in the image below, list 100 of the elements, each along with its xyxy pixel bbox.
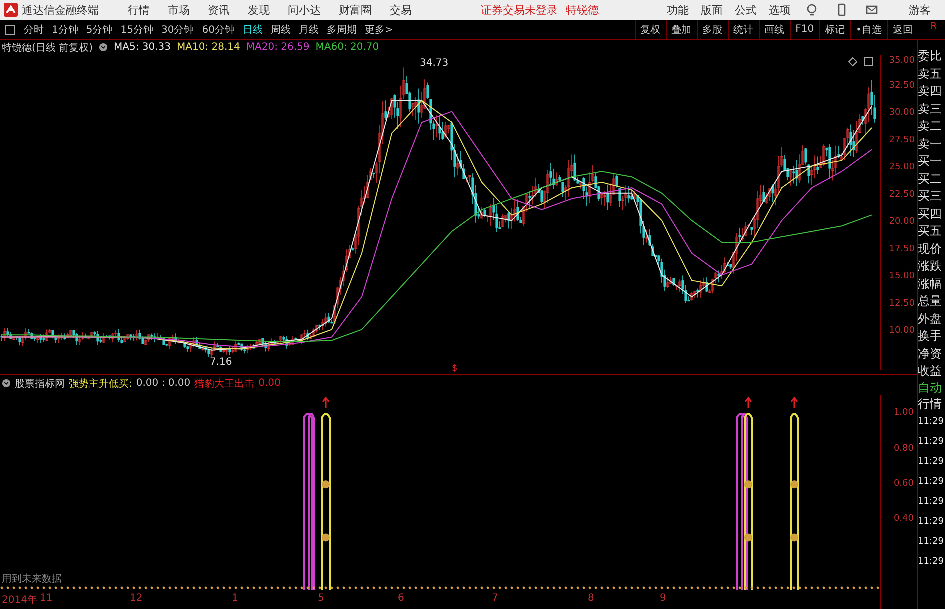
app-logo-icon	[4, 3, 18, 17]
trade-time: 11:29	[918, 496, 945, 509]
indicator-axis-label: 0.80	[894, 444, 914, 454]
menu-item[interactable]: 发现	[248, 2, 270, 18]
price-axis-label: 35.00	[889, 56, 915, 66]
chart-title: 特锐德(日线 前复权)	[2, 42, 93, 54]
quote-label: 卖五	[918, 66, 943, 82]
toolbar-button[interactable]: 叠加	[666, 20, 697, 39]
quote-label: 买五	[918, 223, 943, 240]
period-tab[interactable]: 月线	[294, 22, 323, 36]
trade-time: 11:29	[918, 476, 945, 489]
indicator-value: 0.00 : 0.00	[136, 378, 191, 389]
indicator-axis-label: 0.40	[894, 514, 914, 524]
quote-label: 现价	[918, 240, 943, 258]
toolbar-button[interactable]: •自选	[850, 20, 887, 39]
time-axis-label: 8	[588, 593, 594, 604]
moving-average-label: MA5: 30.33	[114, 42, 171, 53]
toolbar-button[interactable]: F10	[790, 20, 820, 39]
price-axis-label: 30.00	[889, 108, 915, 118]
quote-label: 净资	[918, 346, 943, 362]
toolbar-button[interactable]: 标记	[819, 20, 850, 39]
menu-item[interactable]: 财富圈	[339, 2, 372, 18]
trade-time: 11:29	[918, 536, 945, 549]
app-title: 通达信金融终端	[22, 2, 99, 18]
quote-label: 买三	[918, 188, 943, 205]
menu-item[interactable]: 资讯	[208, 2, 230, 18]
quote-label: 收益	[918, 363, 943, 380]
user-label[interactable]: 游客	[909, 2, 931, 18]
time-axis-label: 12	[130, 593, 143, 604]
stock-link[interactable]: 特锐德	[566, 2, 599, 18]
price-axis-label: 25.00	[889, 162, 915, 173]
trade-time: 11:29	[918, 556, 945, 569]
period-tab[interactable]: 1分钟	[48, 22, 82, 36]
quote-label: 外盘	[918, 310, 943, 328]
time-axis-label: 1	[232, 593, 238, 604]
menu-item[interactable]: 交易	[390, 2, 412, 18]
price-axis-label: 22.50	[889, 190, 915, 200]
time-axis-label: 5	[318, 593, 324, 604]
moving-average-label: MA20: 26.59	[246, 42, 310, 53]
quote-label: 涨跌	[918, 258, 943, 275]
price-axis-label: 27.50	[889, 135, 915, 146]
quote-label: 卖四	[918, 83, 943, 100]
time-axis-label: 9	[660, 593, 666, 604]
quote-label: 买一	[918, 153, 943, 170]
indicator-axis-label: 1.00	[894, 408, 914, 418]
settings-icon[interactable]	[98, 43, 108, 52]
trade-time: 11:29	[918, 416, 945, 429]
trade-time: 11:29	[918, 516, 945, 529]
moving-average-label: MA60: 20.70	[316, 42, 380, 53]
period-tab[interactable]: 更多>	[360, 22, 398, 36]
menu-item[interactable]: 问小达	[288, 2, 321, 18]
quote-label: 卖一	[918, 136, 943, 152]
indicator-axis-label: 0.60	[894, 478, 914, 489]
menu-item[interactable]: 行情	[128, 2, 150, 18]
panel-toggle-icon[interactable]	[5, 24, 15, 34]
period-tab[interactable]: 30分钟	[157, 22, 198, 36]
quote-label: 卖三	[918, 100, 943, 118]
indicator-label: 猎豹大王出击	[194, 378, 255, 390]
trade-time: 11:29	[918, 456, 945, 469]
note-label: 用到未来数据	[2, 572, 62, 586]
mail-icon[interactable]	[865, 3, 879, 17]
toolbar-button[interactable]: 多股	[696, 20, 728, 39]
period-tab[interactable]: 分时	[20, 22, 48, 36]
period-tab[interactable]: 15分钟	[116, 22, 158, 36]
quote-label: 卖二	[918, 118, 943, 135]
settings-icon[interactable]	[2, 379, 11, 388]
menu-item[interactable]: 公式	[735, 2, 757, 18]
time-axis-label: 11	[40, 593, 53, 604]
menu-item[interactable]: 功能	[667, 2, 689, 18]
square-icon[interactable]	[864, 57, 874, 67]
toolbar-button[interactable]: 画线	[758, 20, 790, 39]
corner-label: R	[930, 22, 937, 32]
toolbar-button[interactable]: 返回	[887, 20, 918, 39]
price-axis-label: 17.50	[889, 244, 915, 254]
quote-label: 委比	[918, 48, 943, 65]
period-tab[interactable]: 日线	[238, 22, 267, 36]
indicator-value: 0.00	[258, 378, 281, 389]
time-axis-label: 7	[492, 593, 498, 604]
trade-time: 11:29	[918, 436, 945, 449]
bulb-icon[interactable]	[805, 3, 819, 17]
login-status[interactable]: 证券交易未登录	[481, 2, 558, 18]
price-axis-label: 12.50	[889, 298, 915, 309]
menu-item[interactable]: 市场	[168, 2, 190, 18]
quote-label: 涨幅	[918, 276, 943, 292]
period-tab[interactable]: 5分钟	[82, 22, 117, 36]
period-tab[interactable]: 周线	[266, 22, 295, 36]
period-tab[interactable]: 60分钟	[198, 22, 239, 36]
price-axis-label: 10.00	[889, 326, 915, 336]
period-tab[interactable]: 多周期	[322, 22, 361, 36]
toolbar-button[interactable]: 统计	[728, 20, 759, 39]
menu-item[interactable]: 版面	[701, 2, 723, 18]
mode-label[interactable]: 行情	[918, 396, 945, 412]
mode-label[interactable]: 自动	[918, 380, 945, 396]
diamond-icon[interactable]	[848, 57, 858, 67]
low-price-label: 7.16	[210, 357, 232, 368]
high-price-label: 34.73	[420, 58, 449, 69]
quote-label: 换手	[918, 328, 943, 345]
quote-label: 总量	[918, 293, 943, 310]
menu-item[interactable]: 选项	[769, 2, 791, 18]
toolbar-button[interactable]: 复权	[634, 20, 666, 39]
